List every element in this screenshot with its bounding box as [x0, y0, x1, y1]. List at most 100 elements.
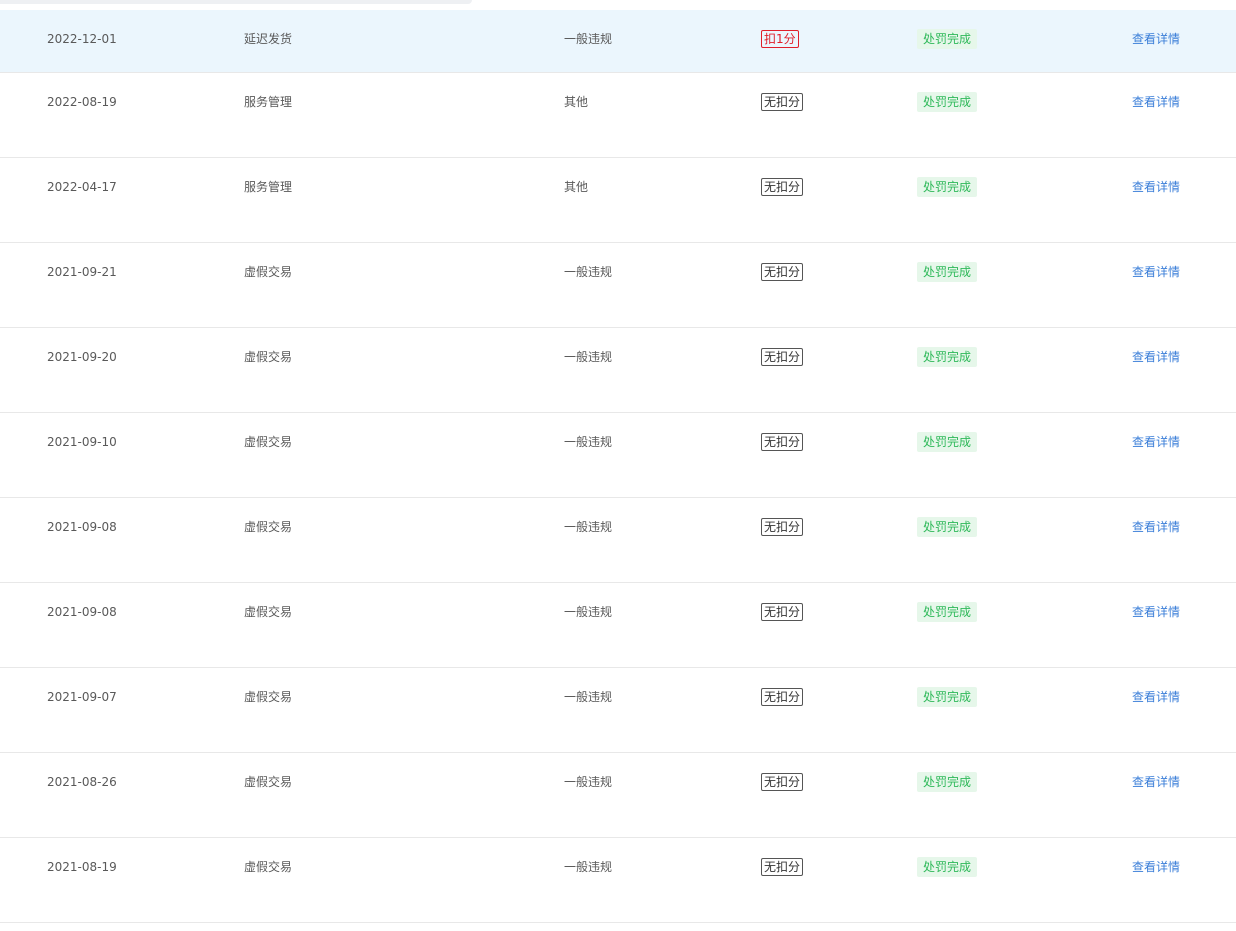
status-badge: 处罚完成 [917, 517, 978, 537]
score-deduction-tag: 无扣分 [761, 263, 804, 281]
row-action-cell: 查看详情 [1132, 263, 1180, 281]
row-date: 2022-08-19 [47, 95, 117, 109]
row-action-cell: 查看详情 [1132, 773, 1180, 791]
view-details-link[interactable]: 查看详情 [1132, 180, 1180, 194]
score-deduction-tag: 无扣分 [761, 93, 804, 111]
view-details-link[interactable]: 查看详情 [1132, 860, 1180, 874]
status-badge: 处罚完成 [917, 262, 978, 282]
score-deduction-tag: 无扣分 [761, 348, 804, 366]
row-action-cell: 查看详情 [1132, 433, 1180, 451]
status-badge: 处罚完成 [917, 432, 978, 452]
row-date: 2021-09-20 [47, 350, 117, 364]
row-status-cell: 处罚完成 [917, 262, 978, 282]
row-violation-level: 一般违规 [564, 775, 613, 789]
table-row[interactable]: 2022-04-17 服务管理 其他 无扣分 处罚完成 查看详情 [0, 158, 1236, 243]
row-violation-level: 其他 [564, 95, 589, 109]
row-violation-type: 虚假交易 [244, 350, 293, 364]
row-violation-type: 虚假交易 [244, 435, 293, 449]
row-date: 2021-09-08 [47, 520, 117, 534]
view-details-link[interactable]: 查看详情 [1132, 350, 1180, 364]
view-details-link[interactable]: 查看详情 [1132, 32, 1180, 46]
row-violation-level: 一般违规 [564, 32, 613, 46]
row-status-cell: 处罚完成 [917, 432, 978, 452]
view-details-link[interactable]: 查看详情 [1132, 775, 1180, 789]
row-status-cell: 处罚完成 [917, 857, 978, 877]
row-date: 2021-08-19 [47, 860, 117, 874]
status-badge: 处罚完成 [917, 772, 978, 792]
row-violation-type: 延迟发货 [244, 32, 293, 46]
row-action-cell: 查看详情 [1132, 30, 1180, 48]
row-score-cell: 无扣分 [761, 93, 804, 111]
row-violation-type: 虚假交易 [244, 690, 293, 704]
row-action-cell: 查看详情 [1132, 93, 1180, 111]
row-violation-type: 虚假交易 [244, 775, 293, 789]
score-deduction-tag: 无扣分 [761, 603, 804, 621]
row-violation-level: 一般违规 [564, 265, 613, 279]
table-row[interactable]: 2022-12-01 延迟发货 一般违规 扣1分 处罚完成 查看详情 [0, 10, 1236, 73]
row-violation-type: 虚假交易 [244, 605, 293, 619]
row-score-cell: 无扣分 [761, 603, 804, 621]
row-status-cell: 处罚完成 [917, 92, 978, 112]
row-score-cell: 无扣分 [761, 773, 804, 791]
row-date: 2021-09-08 [47, 605, 117, 619]
row-score-cell: 无扣分 [761, 348, 804, 366]
status-badge: 处罚完成 [917, 602, 978, 622]
violation-records-table: 2022-12-01 延迟发货 一般违规 扣1分 处罚完成 查看详情 2022-… [0, 10, 1236, 923]
score-deduction-tag: 无扣分 [761, 773, 804, 791]
view-details-link[interactable]: 查看详情 [1132, 605, 1180, 619]
view-details-link[interactable]: 查看详情 [1132, 690, 1180, 704]
row-date: 2021-09-07 [47, 690, 117, 704]
row-violation-type: 虚假交易 [244, 265, 293, 279]
row-violation-level: 一般违规 [564, 605, 613, 619]
table-row[interactable]: 2021-09-07 虚假交易 一般违规 无扣分 处罚完成 查看详情 [0, 668, 1236, 753]
row-score-cell: 无扣分 [761, 178, 804, 196]
row-action-cell: 查看详情 [1132, 858, 1180, 876]
row-score-cell: 无扣分 [761, 433, 804, 451]
view-details-link[interactable]: 查看详情 [1132, 520, 1180, 534]
horizontal-scrollbar[interactable] [0, 0, 472, 4]
row-score-cell: 无扣分 [761, 858, 804, 876]
table-row[interactable]: 2021-09-08 虚假交易 一般违规 无扣分 处罚完成 查看详情 [0, 498, 1236, 583]
row-status-cell: 处罚完成 [917, 517, 978, 537]
row-violation-type: 虚假交易 [244, 520, 293, 534]
score-deduction-tag: 扣1分 [761, 30, 799, 48]
table-row[interactable]: 2021-08-26 虚假交易 一般违规 无扣分 处罚完成 查看详情 [0, 753, 1236, 838]
row-date: 2021-09-21 [47, 265, 117, 279]
status-badge: 处罚完成 [917, 347, 978, 367]
row-action-cell: 查看详情 [1132, 518, 1180, 536]
status-badge: 处罚完成 [917, 687, 978, 707]
row-status-cell: 处罚完成 [917, 602, 978, 622]
row-action-cell: 查看详情 [1132, 348, 1180, 366]
view-details-link[interactable]: 查看详情 [1132, 95, 1180, 109]
score-deduction-tag: 无扣分 [761, 858, 804, 876]
table-row[interactable]: 2021-09-10 虚假交易 一般违规 无扣分 处罚完成 查看详情 [0, 413, 1236, 498]
row-action-cell: 查看详情 [1132, 688, 1180, 706]
row-violation-level: 一般违规 [564, 860, 613, 874]
row-date: 2021-09-10 [47, 435, 117, 449]
row-violation-level: 一般违规 [564, 435, 613, 449]
status-badge: 处罚完成 [917, 29, 978, 49]
row-violation-level: 一般违规 [564, 520, 613, 534]
status-badge: 处罚完成 [917, 177, 978, 197]
row-date: 2022-04-17 [47, 180, 117, 194]
row-score-cell: 无扣分 [761, 688, 804, 706]
row-action-cell: 查看详情 [1132, 603, 1180, 621]
row-status-cell: 处罚完成 [917, 29, 978, 49]
score-deduction-tag: 无扣分 [761, 433, 804, 451]
view-details-link[interactable]: 查看详情 [1132, 265, 1180, 279]
row-status-cell: 处罚完成 [917, 772, 978, 792]
table-row[interactable]: 2021-09-08 虚假交易 一般违规 无扣分 处罚完成 查看详情 [0, 583, 1236, 668]
row-score-cell: 无扣分 [761, 263, 804, 281]
table-row[interactable]: 2021-09-21 虚假交易 一般违规 无扣分 处罚完成 查看详情 [0, 243, 1236, 328]
score-deduction-tag: 无扣分 [761, 178, 804, 196]
table-row[interactable]: 2021-08-19 虚假交易 一般违规 无扣分 处罚完成 查看详情 [0, 838, 1236, 923]
row-score-cell: 扣1分 [761, 30, 799, 48]
view-details-link[interactable]: 查看详情 [1132, 435, 1180, 449]
status-badge: 处罚完成 [917, 857, 978, 877]
table-row[interactable]: 2021-09-20 虚假交易 一般违规 无扣分 处罚完成 查看详情 [0, 328, 1236, 413]
score-deduction-tag: 无扣分 [761, 688, 804, 706]
row-violation-level: 其他 [564, 180, 589, 194]
row-status-cell: 处罚完成 [917, 347, 978, 367]
table-row[interactable]: 2022-08-19 服务管理 其他 无扣分 处罚完成 查看详情 [0, 73, 1236, 158]
row-status-cell: 处罚完成 [917, 177, 978, 197]
